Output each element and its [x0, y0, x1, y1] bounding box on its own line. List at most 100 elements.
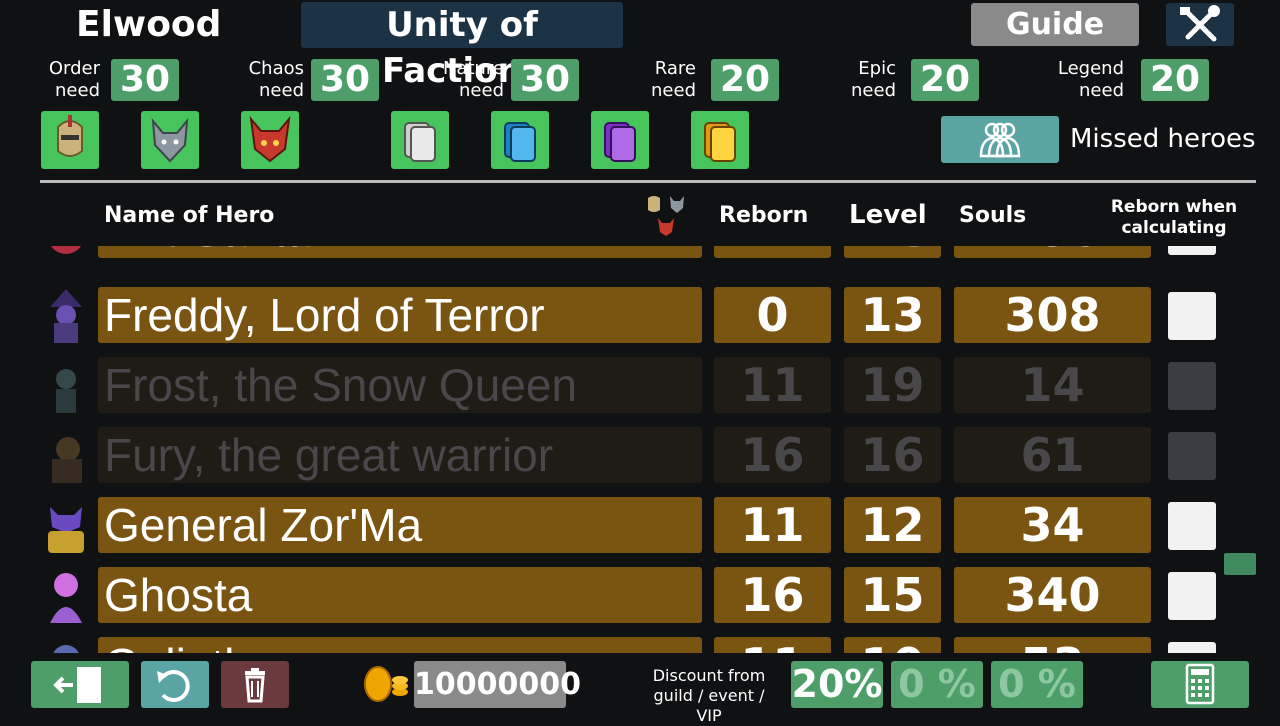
hero-avatar: [36, 497, 96, 555]
scrollbar-handle[interactable]: [1224, 553, 1256, 575]
epic-need-value: 20: [911, 59, 979, 101]
hero-level: 16: [844, 427, 941, 483]
hero-reborn: 11: [714, 357, 831, 413]
hero-reborn: 11: [714, 497, 831, 553]
column-souls: Souls: [959, 203, 1027, 228]
hero-souls: 61: [954, 427, 1151, 483]
order-filter-button[interactable]: [41, 111, 99, 169]
hero-list[interactable]: Evil Santa 11 14 186 Freddy, Lord of Ter…: [0, 246, 1280, 653]
refresh-icon: [157, 670, 190, 702]
hero-souls: 186: [954, 246, 1151, 258]
hero-souls: 53: [954, 637, 1151, 653]
order-need-label: Order need: [48, 58, 100, 101]
rare-card-icon: [504, 122, 536, 162]
chaos-filter-button[interactable]: [141, 111, 199, 169]
chaos-need-value: 30: [311, 59, 379, 101]
page-title: Unity of Factions: [301, 2, 623, 91]
hero-level: 10: [844, 637, 941, 653]
gold-coins-icon: [362, 664, 410, 704]
reborn-checkbox[interactable]: [1168, 362, 1216, 410]
hero-name: Ghosta: [98, 567, 702, 623]
table-row[interactable]: Freddy, Lord of Terror 0 13 308: [0, 287, 1280, 345]
delete-button[interactable]: [221, 661, 289, 708]
reset-button[interactable]: [141, 661, 209, 708]
hero-reborn: 11: [714, 637, 831, 653]
faction-column-icon: [644, 194, 688, 238]
guild-discount[interactable]: 20%: [791, 661, 883, 708]
column-level: Level: [849, 200, 927, 230]
calculator-icon: [1185, 663, 1215, 705]
demon-faction-icon: [249, 115, 291, 163]
table-row[interactable]: General Zor'Ma 11 12 34: [0, 497, 1280, 555]
wolf-faction-icon: [151, 117, 189, 163]
hero-reborn: 16: [714, 427, 831, 483]
rare-need-value: 20: [711, 59, 779, 101]
legend-need-label: Legend need: [1057, 58, 1124, 101]
hero-name: Evil Santa: [98, 246, 702, 258]
hero-reborn: 0: [714, 287, 831, 343]
nature-filter-button[interactable]: [241, 111, 299, 169]
hero-name: Fury, the great warrior: [98, 427, 702, 483]
hero-avatar: [36, 637, 96, 653]
table-row[interactable]: Goliath 11 10 53: [0, 637, 1280, 653]
hero-souls: 308: [954, 287, 1151, 343]
hero-reborn: 11: [714, 246, 831, 258]
hero-souls: 34: [954, 497, 1151, 553]
hero-avatar: [36, 287, 96, 345]
table-row[interactable]: Frost, the Snow Queen 11 19 14: [0, 357, 1280, 415]
reborn-checkbox[interactable]: [1168, 292, 1216, 340]
table-row[interactable]: Evil Santa 11 14 186: [0, 246, 1280, 260]
reborn-checkbox[interactable]: [1168, 572, 1216, 620]
hero-name: Frost, the Snow Queen: [98, 357, 702, 413]
settings-button[interactable]: [1166, 3, 1234, 46]
hero-souls: 340: [954, 567, 1151, 623]
table-row[interactable]: Fury, the great warrior 16 16 61: [0, 427, 1280, 485]
calculator-button[interactable]: [1151, 661, 1249, 708]
player-name: Elwood: [76, 4, 222, 45]
hero-level: 13: [844, 287, 941, 343]
epic-filter-button[interactable]: [591, 111, 649, 169]
vip-discount[interactable]: 0 %: [991, 661, 1083, 708]
common-filter-button[interactable]: [391, 111, 449, 169]
legend-need-value: 20: [1141, 59, 1209, 101]
hero-level: 19: [844, 357, 941, 413]
rare-filter-button[interactable]: [491, 111, 549, 169]
epic-card-icon: [604, 122, 636, 162]
hero-level: 12: [844, 497, 941, 553]
exit-door-icon: [53, 667, 101, 703]
missed-heroes-label: Missed heroes: [1070, 124, 1256, 154]
reborn-checkbox[interactable]: [1168, 502, 1216, 550]
hero-avatar: [36, 246, 96, 260]
hero-souls: 14: [954, 357, 1151, 413]
nature-need-value: 30: [511, 59, 579, 101]
hero-name: General Zor'Ma: [98, 497, 702, 553]
hero-reborn: 16: [714, 567, 831, 623]
order-faction-icon: [57, 115, 83, 157]
hero-avatar: [36, 427, 96, 485]
tools-icon: [1180, 5, 1220, 42]
hero-name: Freddy, Lord of Terror: [98, 287, 702, 343]
guide-button[interactable]: Guide: [971, 3, 1139, 46]
column-reborn-when: Reborn when calculating: [1110, 197, 1238, 238]
legend-filter-button[interactable]: [691, 111, 749, 169]
epic-need-label: Epic need: [851, 58, 896, 101]
chaos-need-label: Chaos need: [248, 58, 304, 101]
discount-label: Discount from guild / event / VIP: [652, 666, 766, 725]
table-row[interactable]: Ghosta 16 15 340: [0, 567, 1280, 625]
reborn-checkbox[interactable]: [1168, 432, 1216, 480]
reborn-checkbox[interactable]: [1168, 246, 1216, 255]
divider: [40, 180, 1256, 183]
hero-avatar: [36, 567, 96, 625]
hero-name: Goliath: [98, 637, 702, 653]
order-need-value: 30: [111, 59, 179, 101]
column-reborn: Reborn: [719, 203, 809, 228]
reborn-checkbox[interactable]: [1168, 642, 1216, 653]
missed-heroes-button[interactable]: [941, 116, 1059, 163]
rare-need-label: Rare need: [651, 58, 696, 101]
legend-card-icon: [704, 122, 736, 162]
event-discount[interactable]: 0 %: [891, 661, 983, 708]
hero-level: 14: [844, 246, 941, 258]
exit-button[interactable]: [31, 661, 129, 708]
hero-avatar: [36, 357, 96, 415]
column-name: Name of Hero: [104, 203, 275, 228]
